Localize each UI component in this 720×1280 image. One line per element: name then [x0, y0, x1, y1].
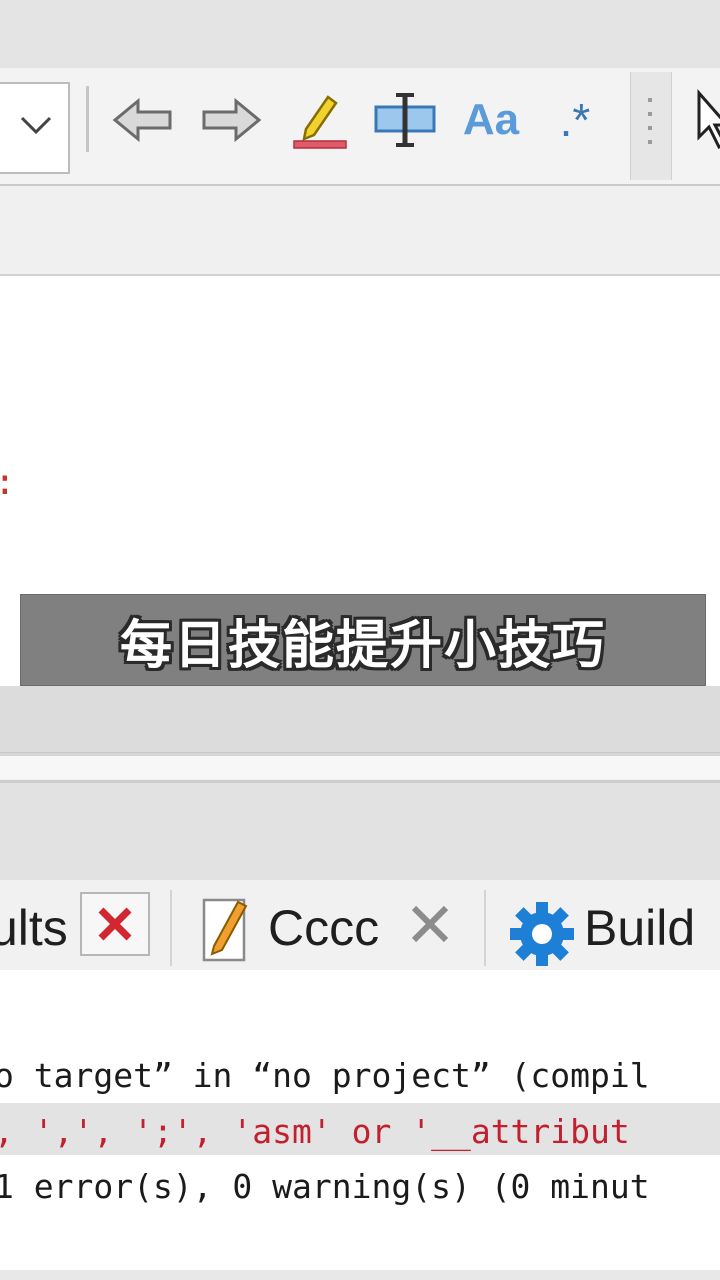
editor-horizontal-scrollbar[interactable]: [0, 686, 720, 753]
log-line-error[interactable]: , ',', ';', 'asm' or '__attribut: [0, 1112, 630, 1151]
regex-icon[interactable]: .*: [540, 84, 610, 156]
panel-splitter[interactable]: [0, 753, 720, 779]
panel-header: [0, 780, 720, 880]
pencil-document-icon: [202, 898, 248, 962]
video-subtitle-banner: 每日技能提升小技巧: [20, 594, 706, 686]
select-text-icon[interactable]: [370, 84, 440, 156]
close-icon[interactable]: [408, 902, 452, 946]
gear-icon: [510, 902, 574, 966]
match-case-icon[interactable]: Aa: [456, 84, 526, 156]
tab-separator: [170, 890, 172, 966]
log-line-summary: 1 error(s), 0 warning(s) (0 minut: [0, 1167, 650, 1206]
forward-arrow-icon[interactable]: [196, 84, 266, 156]
tab-separator: [484, 890, 486, 966]
chevron-down-icon[interactable]: [18, 110, 54, 140]
tab-cccc[interactable]: Cccc: [268, 899, 379, 957]
close-icon[interactable]: [80, 892, 150, 956]
editor-text-fragment: :: [0, 462, 16, 503]
subtitle-text: 每日技能提升小技巧: [119, 615, 606, 676]
toolbar-separator: [86, 86, 89, 152]
toolbar-grip[interactable]: [630, 72, 672, 180]
cursor-icon[interactable]: [674, 84, 720, 156]
tab-build[interactable]: Build: [584, 899, 695, 957]
log-line: o target” in “no project” (compil: [0, 1056, 650, 1095]
window-bottom-edge: [0, 1270, 720, 1280]
tab-search-results[interactable]: ults: [0, 899, 68, 957]
editor-tab-bar: [0, 186, 720, 276]
back-arrow-icon[interactable]: [108, 84, 178, 156]
highlight-pen-icon[interactable]: [284, 84, 354, 156]
title-strip: [0, 0, 720, 69]
